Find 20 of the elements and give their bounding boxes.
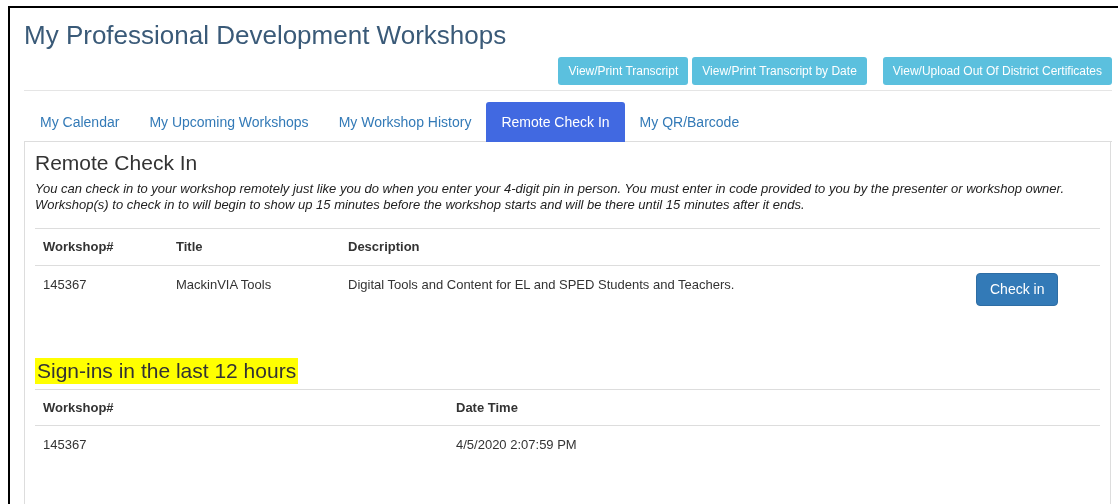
table-cell: 4/5/2020 2:07:59 PM (456, 437, 577, 452)
table-cell: Digital Tools and Content for EL and SPED Students and Teachers. (348, 276, 735, 292)
column-header: Workshop# (43, 399, 114, 415)
section-heading: Sign-ins in the last 12 hours (35, 357, 299, 384)
column-header: Workshop# (43, 239, 114, 254)
tab[interactable]: My Calendar (25, 102, 135, 142)
column-header: Date Time (456, 399, 518, 415)
tab[interactable]: Remote Check In (486, 102, 625, 142)
table-cell: 145367 (43, 276, 87, 292)
tab[interactable]: My Upcoming Workshops (134, 102, 324, 142)
column-header: Title (176, 239, 203, 254)
table-cell: 145367 (43, 437, 87, 452)
section-heading: Remote Check In (35, 150, 198, 175)
table-cell: MackinVIA Tools (176, 276, 272, 292)
tab[interactable]: My QR/Barcode (624, 102, 755, 142)
column-header: Description (348, 239, 420, 254)
page-title: My Professional Development Workshops (24, 19, 507, 50)
check-in-button[interactable]: Check in (976, 272, 1059, 306)
tab[interactable]: My Workshop History (323, 102, 487, 142)
instructions-text: You can check in to your workshop remotely just like you do when you enter your 4-digit pin in person. You must enter in code provided to you by the presenter or workshop owner. Workshop(s) to check in to will begin to show up 15 minutes before the workshop starts and will be there until 15 minutes after it ends. (35, 181, 1066, 213)
